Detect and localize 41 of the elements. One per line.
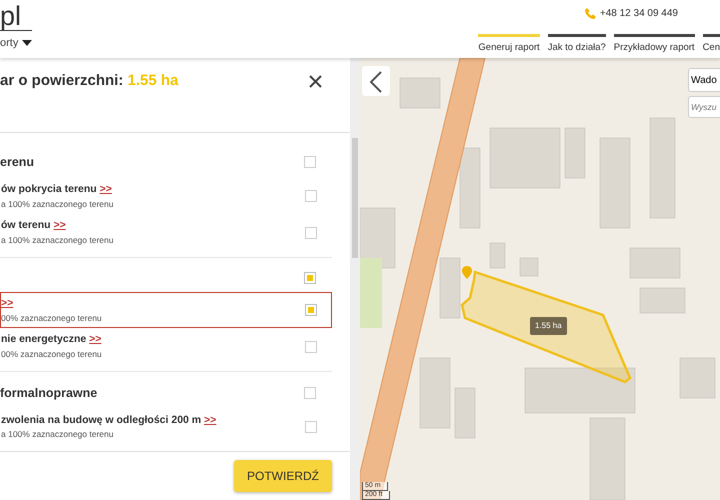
item-label: ów terenu >> [1,218,67,234]
item-label: ów pokrycia terenu >> [1,182,113,197]
scrollbar[interactable] [350,58,360,500]
checkbox[interactable] [305,420,317,433]
checkbox[interactable] [305,226,317,238]
phone-number[interactable]: +48 12 34 09 449 [600,6,678,21]
phone-icon [584,8,596,19]
panel-title: ar o powierzchni: 1.55 ha [0,71,178,91]
search-field[interactable]: Wyszu [688,96,720,118]
item-note: 00% zaznaczonego terenu [1,312,102,324]
details-link[interactable]: >> [100,182,112,195]
item-note: a 100% zaznaczonego terenu [1,428,114,441]
checkbox[interactable] [304,272,316,284]
confirm-button[interactable]: POTWIERDŹ [234,460,332,492]
checkbox[interactable] [304,156,316,168]
item-label: nie energetyczne >> [1,332,102,348]
checkbox[interactable] [305,190,317,202]
menu-label[interactable]: orty [0,35,18,52]
nav-tab[interactable]: Przykładowy raport [614,34,695,56]
item-label: zwolenia na budowę w odległości 200 m >> [1,412,216,428]
back-button[interactable] [362,66,390,96]
address-field[interactable]: Wado [688,68,720,92]
details-link[interactable]: >> [204,414,216,426]
site-logo[interactable]: pl [0,2,32,31]
details-link[interactable]: >> [54,219,66,232]
section-title: formalnoprawne [0,384,98,402]
checkbox[interactable] [304,387,316,400]
nav-tab[interactable]: Generuj raport [478,34,540,56]
checkbox[interactable] [305,304,317,316]
item-note: a 100% zaznaczonego terenu [1,198,114,210]
chevron-left-icon [370,71,382,94]
nav-tab[interactable]: Jak to działa? [548,34,606,56]
caret-icon [22,40,32,46]
details-link[interactable]: >> [89,333,102,346]
section-title: erenu [0,154,34,171]
area-label: 1.55 ha [530,317,567,335]
item-note: a 100% zaznaczonego terenu [1,234,114,247]
nav-tab[interactable]: Cen [702,34,720,56]
item-note: 00% zaznaczonego terenu [1,348,102,361]
checkbox[interactable] [305,340,317,352]
details-link[interactable]: >> [1,296,14,309]
